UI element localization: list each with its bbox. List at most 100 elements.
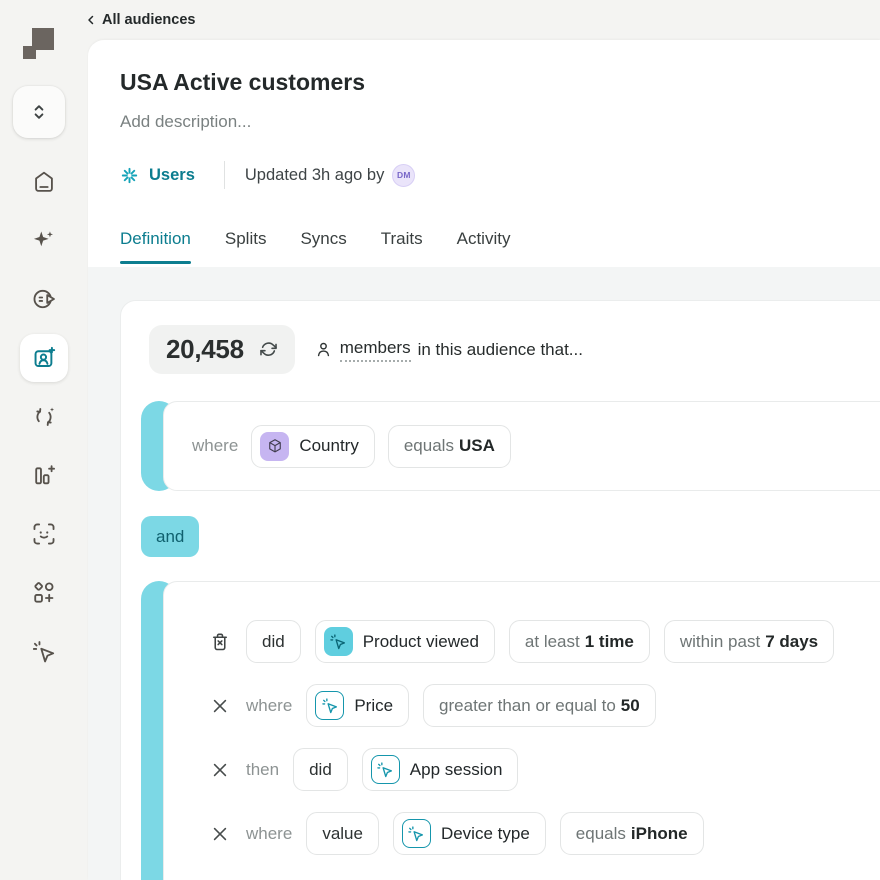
- audience-person-card-icon: [34, 346, 56, 368]
- sidebar-item-sync[interactable]: [20, 393, 68, 441]
- journey-face-play-icon: [33, 290, 55, 309]
- close-icon: [210, 760, 230, 780]
- chip-label: Country: [299, 436, 359, 455]
- members-link[interactable]: members: [339, 338, 411, 362]
- condition-group-1: where Country equals USA: [141, 401, 880, 491]
- sidebar-item-audiences[interactable]: [20, 334, 68, 383]
- condition-card: where Country equals USA: [163, 401, 880, 491]
- property-chip-country[interactable]: Country: [251, 424, 375, 468]
- remove-condition-button[interactable]: [208, 760, 232, 780]
- condition-row-event: did Product viewed at least 1 time withi…: [208, 620, 880, 663]
- value-chip[interactable]: value: [306, 812, 379, 855]
- member-count: 20,458: [166, 334, 244, 364]
- breadcrumb-label: All audiences: [102, 12, 196, 28]
- operator-value: iPhone: [630, 823, 688, 843]
- home-icon: [35, 171, 53, 192]
- members-suffix: in this audience that...: [417, 339, 583, 359]
- avatar: DM: [392, 163, 416, 187]
- sidebar-item-catalog[interactable]: [20, 569, 68, 617]
- operator-chip-equals-iphone[interactable]: equals iPhone: [559, 812, 704, 855]
- operator-text: equals: [403, 436, 454, 455]
- app-logo: [23, 28, 54, 59]
- operator-chip-equals-usa[interactable]: equals USA: [387, 424, 511, 468]
- chip-label: Product viewed: [362, 631, 479, 651]
- condition-row-device: where value Device type equals iPhone: [208, 812, 880, 855]
- time-window-chip[interactable]: within past 7 days: [663, 620, 835, 663]
- back-breadcrumb[interactable]: All audiences: [85, 0, 195, 40]
- member-count-row: 20,458 members in this audience that...: [149, 325, 583, 374]
- sidebar-nav: [0, 158, 88, 686]
- divider: [223, 161, 225, 189]
- event-chip-product-viewed[interactable]: Product viewed: [314, 620, 495, 663]
- sidebar-item-identity[interactable]: [20, 510, 68, 558]
- keyword-where: where: [246, 823, 293, 843]
- trash-icon: [209, 631, 231, 653]
- page-title: USA Active customers: [120, 69, 365, 95]
- operator-value: 50: [620, 695, 640, 715]
- cursor-sparkle-icon: [31, 639, 57, 665]
- event-cursor-icon: [323, 627, 353, 656]
- logo-square-small: [23, 46, 36, 59]
- tab-bar: Definition Splits Syncs Traits Activity: [120, 229, 510, 264]
- condition-card: did Product viewed at least 1 time withi…: [163, 581, 880, 880]
- users-snowflake-icon: [121, 167, 138, 183]
- updated-text: Updated 3h ago by: [244, 165, 385, 184]
- property-chip-price[interactable]: Price: [306, 684, 410, 727]
- sidebar-item-home[interactable]: [20, 158, 68, 206]
- delete-condition-button[interactable]: [208, 631, 232, 653]
- remove-condition-button[interactable]: [208, 696, 232, 716]
- close-icon: [210, 824, 230, 844]
- condition-row-then: then did App session: [208, 748, 880, 791]
- operator-value: 1 time: [584, 631, 634, 651]
- keyword-where: where: [246, 695, 293, 715]
- sidebar: [0, 0, 88, 880]
- close-icon: [210, 696, 230, 716]
- chevron-up-down-icon: [34, 105, 44, 119]
- remove-condition-button[interactable]: [208, 824, 232, 844]
- face-scan-icon: [33, 523, 55, 545]
- operator-chip-gte-50[interactable]: greater than or equal to 50: [423, 684, 656, 727]
- tab-activity[interactable]: Activity: [457, 229, 511, 264]
- tab-definition[interactable]: Definition: [120, 229, 191, 264]
- entity-selector[interactable]: Users: [120, 166, 195, 185]
- main-card: USA Active customers Add description... …: [88, 40, 880, 880]
- sidebar-item-actions[interactable]: [20, 628, 68, 676]
- sidebar-item-journeys[interactable]: [20, 275, 68, 323]
- frequency-chip[interactable]: at least 1 time: [508, 620, 650, 663]
- keyword-where: where: [192, 436, 239, 455]
- chip-label: Price: [354, 695, 394, 715]
- members-phrase: members in this audience that...: [314, 338, 583, 362]
- sync-loop-icon: [36, 407, 55, 426]
- operator-text: within past: [679, 631, 761, 651]
- tab-traits[interactable]: Traits: [381, 229, 423, 264]
- operator-value: USA: [458, 436, 495, 455]
- property-cube-icon: [260, 431, 290, 461]
- tab-splits[interactable]: Splits: [225, 229, 267, 264]
- tab-syncs[interactable]: Syncs: [300, 229, 346, 264]
- event-chip-app-session[interactable]: App session: [361, 748, 519, 791]
- and-joiner-chip[interactable]: and: [141, 516, 200, 557]
- meta-row: Users Updated 3h ago by DM: [120, 161, 416, 189]
- condition-row-price: where Price greater than or equal to 50: [208, 684, 880, 727]
- refresh-count-button[interactable]: [259, 340, 278, 359]
- operator-text: equals: [575, 823, 626, 843]
- operator-text: at least: [524, 631, 580, 651]
- refresh-icon: [259, 342, 277, 356]
- entity-label: Users: [149, 165, 195, 184]
- did-chip[interactable]: did: [293, 748, 348, 791]
- chip-label: App session: [409, 759, 503, 779]
- workspace-switcher-button[interactable]: [13, 86, 65, 138]
- event-property-icon: [401, 819, 431, 848]
- bar-chart-plus-icon: [35, 465, 55, 485]
- description-placeholder[interactable]: Add description...: [120, 112, 251, 132]
- did-chip[interactable]: did: [246, 620, 301, 663]
- definition-canvas: 20,458 members in this audience that... …: [88, 267, 880, 880]
- condition-group-2: did Product viewed at least 1 time withi…: [141, 581, 880, 880]
- operator-value: 7 days: [765, 631, 819, 651]
- sparkle-icon: [33, 231, 53, 246]
- sidebar-item-analytics[interactable]: [20, 451, 68, 499]
- property-chip-device-type[interactable]: Device type: [392, 812, 546, 855]
- keyword-then: then: [246, 759, 280, 779]
- sidebar-item-assistant[interactable]: [20, 217, 68, 265]
- audience-builder-card: 20,458 members in this audience that... …: [120, 300, 880, 880]
